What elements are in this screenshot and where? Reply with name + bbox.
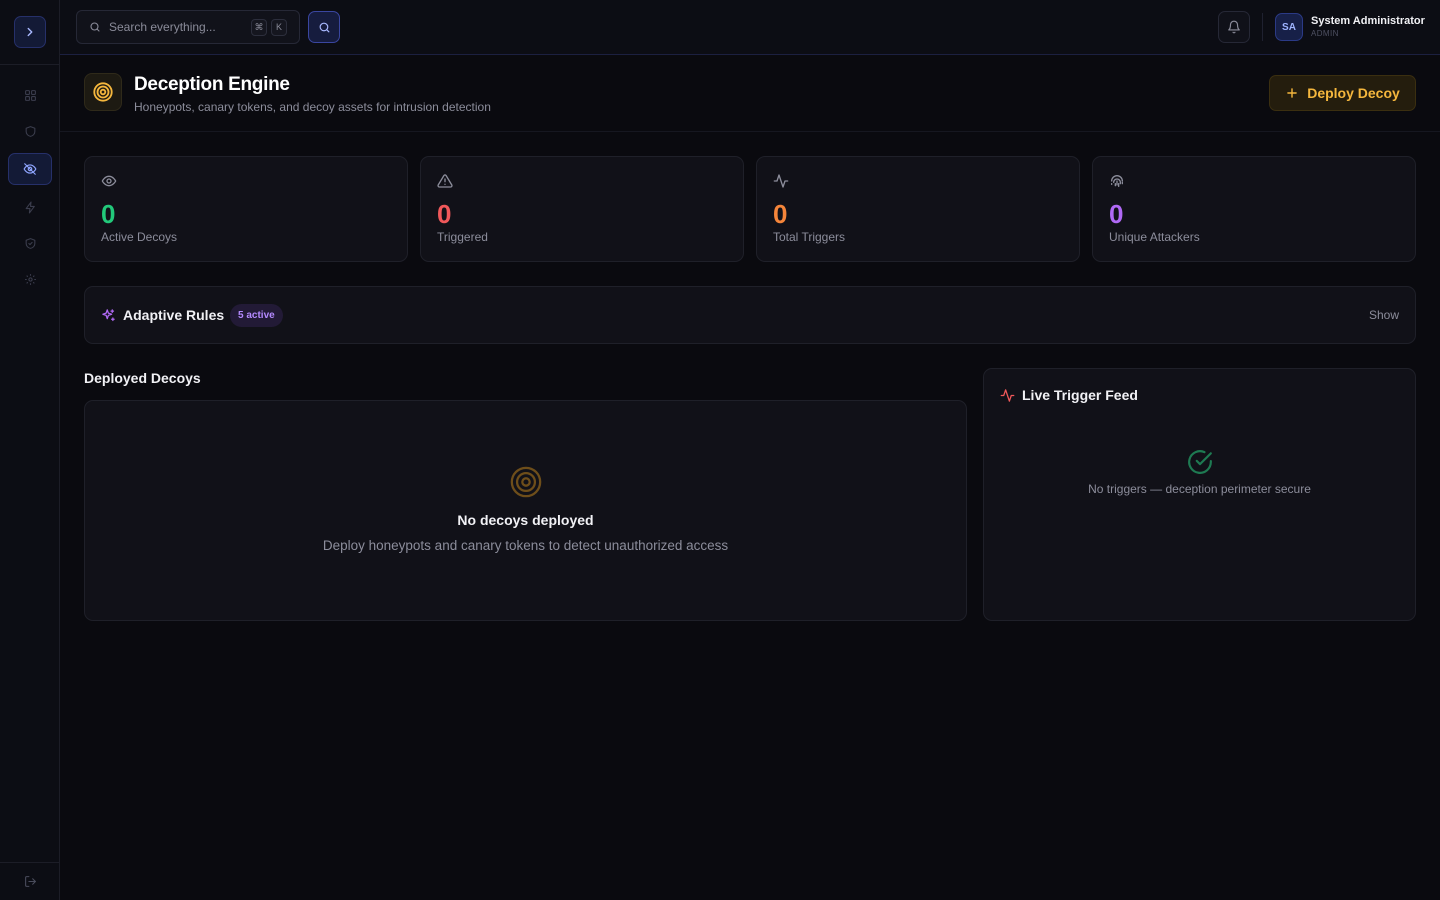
- adaptive-rules-panel[interactable]: Adaptive Rules 5 active Show: [84, 286, 1416, 344]
- stat-card-total-triggers: 0 Total Triggers: [756, 156, 1080, 262]
- feed-empty-text: No triggers — deception perimeter secure: [1088, 482, 1311, 496]
- shortcut-key-k: K: [271, 18, 287, 36]
- search-icon: [319, 22, 329, 32]
- logout-button[interactable]: [8, 865, 52, 897]
- search-input[interactable]: Search everything... ⌘ K: [76, 10, 300, 44]
- empty-state-title: No decoys deployed: [457, 512, 594, 528]
- sidebar-item-security[interactable]: [8, 115, 52, 147]
- adaptive-rules-title: Adaptive Rules: [123, 307, 225, 323]
- deployed-decoys-panel: No decoys deployed Deploy honeypots and …: [84, 400, 967, 621]
- target-icon: [510, 466, 542, 498]
- stat-label: Triggered: [437, 230, 488, 244]
- gear-icon: [24, 273, 36, 285]
- stat-label: Unique Attackers: [1109, 230, 1200, 244]
- sidebar-item-deception[interactable]: [8, 153, 52, 185]
- user-name: System Administrator: [1311, 15, 1425, 27]
- logout-icon: [24, 875, 36, 887]
- live-trigger-feed-panel: Live Trigger Feed No triggers — deceptio…: [983, 368, 1416, 621]
- deploy-decoy-label: Deploy Decoy: [1307, 85, 1400, 101]
- stat-card-triggered: 0 Triggered: [420, 156, 744, 262]
- page-header: Deception Engine Honeypots, canary token…: [60, 55, 1440, 132]
- page-title: Deception Engine: [134, 74, 290, 95]
- sidebar-divider: [0, 64, 60, 65]
- stat-label: Total Triggers: [773, 230, 846, 244]
- notifications-button[interactable]: [1218, 11, 1250, 43]
- user-role: ADMIN: [1311, 29, 1339, 38]
- bolt-icon: [25, 201, 35, 213]
- stat-value: 0: [101, 199, 116, 229]
- sidebar-item-automation[interactable]: [8, 191, 52, 223]
- deploy-decoy-button[interactable]: Deploy Decoy: [1269, 75, 1416, 111]
- page-subtitle: Honeypots, canary tokens, and decoy asse…: [134, 100, 491, 114]
- sidebar-item-dashboard[interactable]: [8, 79, 52, 111]
- feed-title: Live Trigger Feed: [1022, 387, 1138, 403]
- show-rules-toggle[interactable]: Show: [1369, 308, 1399, 322]
- fingerprint-icon: [1111, 175, 1123, 187]
- stat-value: 0: [437, 199, 452, 229]
- chevron-right-icon: [27, 27, 33, 37]
- topbar: Search everything... ⌘ K SA System Admin…: [60, 0, 1440, 55]
- stat-value: 0: [1109, 199, 1124, 229]
- sparkles-icon: [102, 309, 115, 322]
- bell-icon: [1228, 20, 1240, 34]
- deployed-decoys-title: Deployed Decoys: [84, 370, 201, 386]
- shortcut-key-cmd: ⌘: [251, 18, 267, 36]
- eye-icon: [101, 175, 117, 187]
- check-circle-icon: [1188, 450, 1212, 474]
- stat-card-unique-attackers: 0 Unique Attackers: [1092, 156, 1416, 262]
- shield-icon: [25, 125, 35, 137]
- search-button[interactable]: [308, 11, 340, 43]
- stat-value: 0: [773, 199, 788, 229]
- sidebar-item-settings[interactable]: [8, 263, 52, 295]
- activity-icon: [773, 174, 789, 188]
- plus-icon: [1287, 88, 1297, 98]
- status-badge: 5 active: [230, 304, 283, 327]
- search-icon: [90, 22, 100, 32]
- sidebar-item-compliance[interactable]: [8, 227, 52, 259]
- avatar[interactable]: SA: [1275, 13, 1303, 41]
- grid-icon: [24, 89, 36, 101]
- alert-triangle-icon: [437, 174, 453, 188]
- sidebar-toggle-button[interactable]: [14, 16, 46, 48]
- shield-check-icon: [25, 237, 35, 249]
- stat-label: Active Decoys: [101, 230, 178, 244]
- activity-icon: [1000, 389, 1015, 402]
- stat-card-active-decoys: 0 Active Decoys: [84, 156, 408, 262]
- search-placeholder: Search everything...: [109, 20, 216, 34]
- sidebar-bottom-divider: [0, 862, 60, 863]
- target-icon: [84, 73, 122, 111]
- eye-off-icon: [23, 163, 37, 175]
- sidebar: [0, 0, 60, 900]
- topbar-divider: [1262, 13, 1263, 41]
- empty-state-subtitle: Deploy honeypots and canary tokens to de…: [322, 538, 729, 553]
